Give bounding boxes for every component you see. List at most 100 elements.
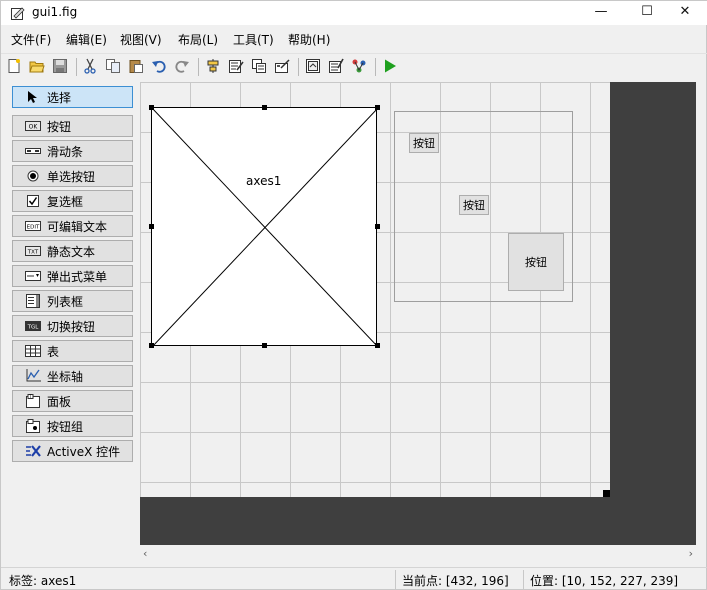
- selection-handle[interactable]: [375, 224, 380, 229]
- palette-static-text[interactable]: TXT 静态文本: [12, 240, 133, 262]
- menu-bar: 文件(F) 编辑(E) 视图(V) 布局(L) 工具(T) 帮助(H): [1, 28, 707, 50]
- palette-panel[interactable]: T 面板: [12, 390, 133, 412]
- cut-icon[interactable]: [81, 57, 99, 75]
- palette-checkbox[interactable]: 复选框: [12, 190, 133, 212]
- popup-menu-icon: [25, 269, 41, 283]
- axes-cross-lines: [152, 108, 378, 347]
- palette-label: 按钮组: [47, 419, 84, 434]
- table-icon: [25, 344, 41, 358]
- palette-slider[interactable]: 滑动条: [12, 140, 133, 162]
- button-group-icon: [25, 419, 41, 433]
- horizontal-scrollbar[interactable]: ‹ ›: [140, 546, 696, 563]
- save-icon[interactable]: [51, 57, 69, 75]
- svg-text:EDIT: EDIT: [27, 225, 40, 231]
- svg-text:TXT: TXT: [27, 250, 39, 256]
- activex-icon: [25, 444, 41, 458]
- palette-label: 单选按钮: [47, 169, 96, 184]
- selection-handle[interactable]: [149, 105, 154, 110]
- checkbox-icon: [25, 194, 41, 208]
- svg-text:T: T: [28, 394, 32, 399]
- palette-activex[interactable]: ActiveX 控件: [12, 440, 133, 462]
- palette-select[interactable]: 选择: [12, 86, 133, 108]
- layout-canvas[interactable]: axes1 按钮 按钮 按钮: [140, 82, 696, 545]
- selection-handle[interactable]: [262, 105, 267, 110]
- menu-editor-icon[interactable]: [227, 57, 245, 75]
- property-inspector-icon[interactable]: [327, 57, 345, 75]
- run-icon[interactable]: [381, 57, 399, 75]
- toolbar-editor-icon[interactable]: [273, 57, 291, 75]
- axes-tag-label: axes1: [246, 174, 282, 188]
- menu-help[interactable]: 帮助(H): [288, 31, 330, 48]
- palette-label: ActiveX 控件: [47, 444, 121, 459]
- menu-view[interactable]: 视图(V): [120, 31, 162, 48]
- palette-label: 静态文本: [47, 244, 96, 259]
- palette-label: 可编辑文本: [47, 219, 108, 234]
- copy-icon[interactable]: [104, 57, 122, 75]
- edit-text-icon: EDIT: [25, 219, 41, 233]
- title-bar: gui1.fig — ☐ ✕: [1, 1, 707, 25]
- palette-edit-text[interactable]: EDIT 可编辑文本: [12, 215, 133, 237]
- selection-handle[interactable]: [149, 343, 154, 348]
- status-bar: 标签: axes1 当前点: [432, 196] 位置: [10, 152, …: [1, 567, 707, 590]
- slider-icon: [25, 144, 41, 158]
- static-text-icon: TXT: [25, 244, 41, 258]
- axes-icon: [25, 369, 41, 383]
- panel-icon: T: [25, 394, 41, 408]
- palette-label: 按钮: [47, 119, 72, 134]
- status-tag: 标签: axes1: [9, 574, 77, 588]
- radio-icon: [25, 169, 41, 183]
- palette-pushbutton[interactable]: OK 按钮: [12, 115, 133, 137]
- new-icon[interactable]: [5, 57, 23, 75]
- palette-listbox[interactable]: 列表框: [12, 290, 133, 312]
- palette-table[interactable]: 表: [12, 340, 133, 362]
- selection-handle[interactable]: [149, 224, 154, 229]
- push-button-2[interactable]: 按钮: [459, 195, 489, 215]
- paste-icon[interactable]: [127, 57, 145, 75]
- palette-label: 弹出式菜单: [47, 269, 108, 284]
- palette-label: 坐标轴: [47, 369, 84, 384]
- figure-resize-handle[interactable]: [603, 490, 610, 497]
- selection-handle[interactable]: [375, 343, 380, 348]
- scroll-left-icon[interactable]: ‹: [143, 547, 147, 560]
- palette-radio[interactable]: 单选按钮: [12, 165, 133, 187]
- status-position: 位置: [10, 152, 227, 239]: [530, 574, 679, 588]
- menu-layout[interactable]: 布局(L): [178, 31, 218, 48]
- object-browser-icon[interactable]: [350, 57, 368, 75]
- push-button-1[interactable]: 按钮: [409, 133, 439, 153]
- palette-label: 面板: [47, 394, 72, 409]
- arrow-icon: [25, 90, 41, 104]
- push-button-3[interactable]: 按钮: [508, 233, 564, 291]
- scroll-right-icon[interactable]: ›: [689, 547, 693, 560]
- menu-edit[interactable]: 编辑(E): [66, 31, 107, 48]
- toolbar: [1, 53, 707, 79]
- palette-axes[interactable]: 坐标轴: [12, 365, 133, 387]
- palette-label: 复选框: [47, 194, 84, 209]
- guide-app-icon: [11, 7, 25, 20]
- palette-label: 选择: [47, 90, 72, 105]
- palette-toggle[interactable]: TGL 切换按钮: [12, 315, 133, 337]
- selection-handle[interactable]: [375, 105, 380, 110]
- palette-label: 滑动条: [47, 144, 84, 159]
- undo-icon[interactable]: [150, 57, 168, 75]
- window-title: gui1.fig: [32, 5, 78, 19]
- align-icon[interactable]: [204, 57, 222, 75]
- close-button[interactable]: ✕: [662, 1, 707, 25]
- editor-icon[interactable]: [304, 57, 322, 75]
- palette-label: 表: [47, 344, 60, 359]
- status-current-point: 当前点: [432, 196]: [402, 574, 509, 588]
- pushbutton-icon: OK: [25, 119, 41, 133]
- figure-area[interactable]: axes1 按钮 按钮 按钮: [140, 82, 610, 497]
- palette-popup-menu[interactable]: 弹出式菜单: [12, 265, 133, 287]
- selection-handle[interactable]: [262, 343, 267, 348]
- menu-file[interactable]: 文件(F): [11, 31, 51, 48]
- listbox-icon: [25, 294, 41, 308]
- axes-placeholder[interactable]: axes1: [151, 107, 378, 347]
- palette-label: 列表框: [47, 294, 84, 309]
- minimize-button[interactable]: —: [578, 1, 624, 25]
- svg-text:OK: OK: [29, 124, 39, 131]
- palette-button-group[interactable]: 按钮组: [12, 415, 133, 437]
- tab-order-icon[interactable]: [250, 57, 268, 75]
- open-icon[interactable]: [28, 57, 46, 75]
- redo-icon[interactable]: [173, 57, 191, 75]
- menu-tools[interactable]: 工具(T): [233, 31, 274, 48]
